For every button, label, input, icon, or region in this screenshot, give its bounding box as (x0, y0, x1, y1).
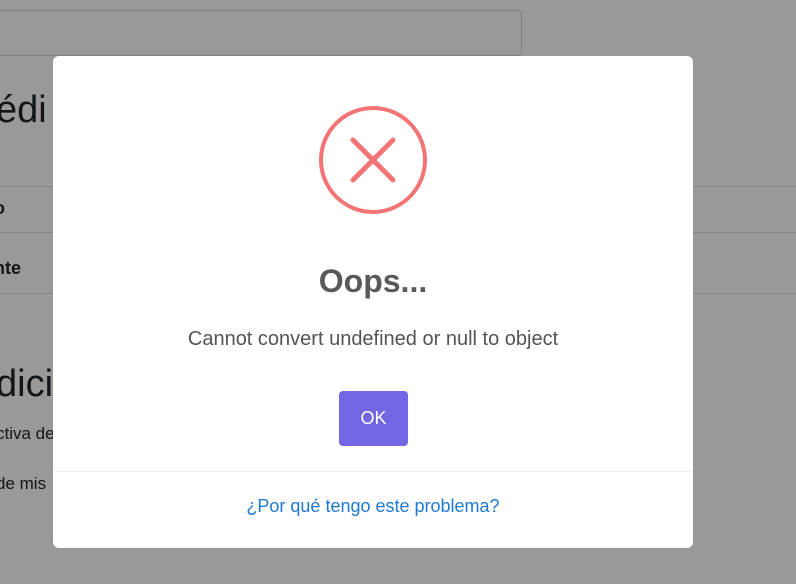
error-x-icon (319, 106, 427, 214)
dialog-footer: ¿Por qué tengo este problema? (53, 471, 693, 548)
dialog-message: Cannot convert undefined or null to obje… (187, 328, 559, 350)
error-dialog: Oops... Cannot convert undefined or null… (53, 56, 693, 548)
dialog-title: Oops... (318, 263, 428, 299)
ok-button[interactable]: OK (339, 391, 408, 446)
help-link[interactable]: ¿Por qué tengo este problema? (53, 496, 693, 517)
